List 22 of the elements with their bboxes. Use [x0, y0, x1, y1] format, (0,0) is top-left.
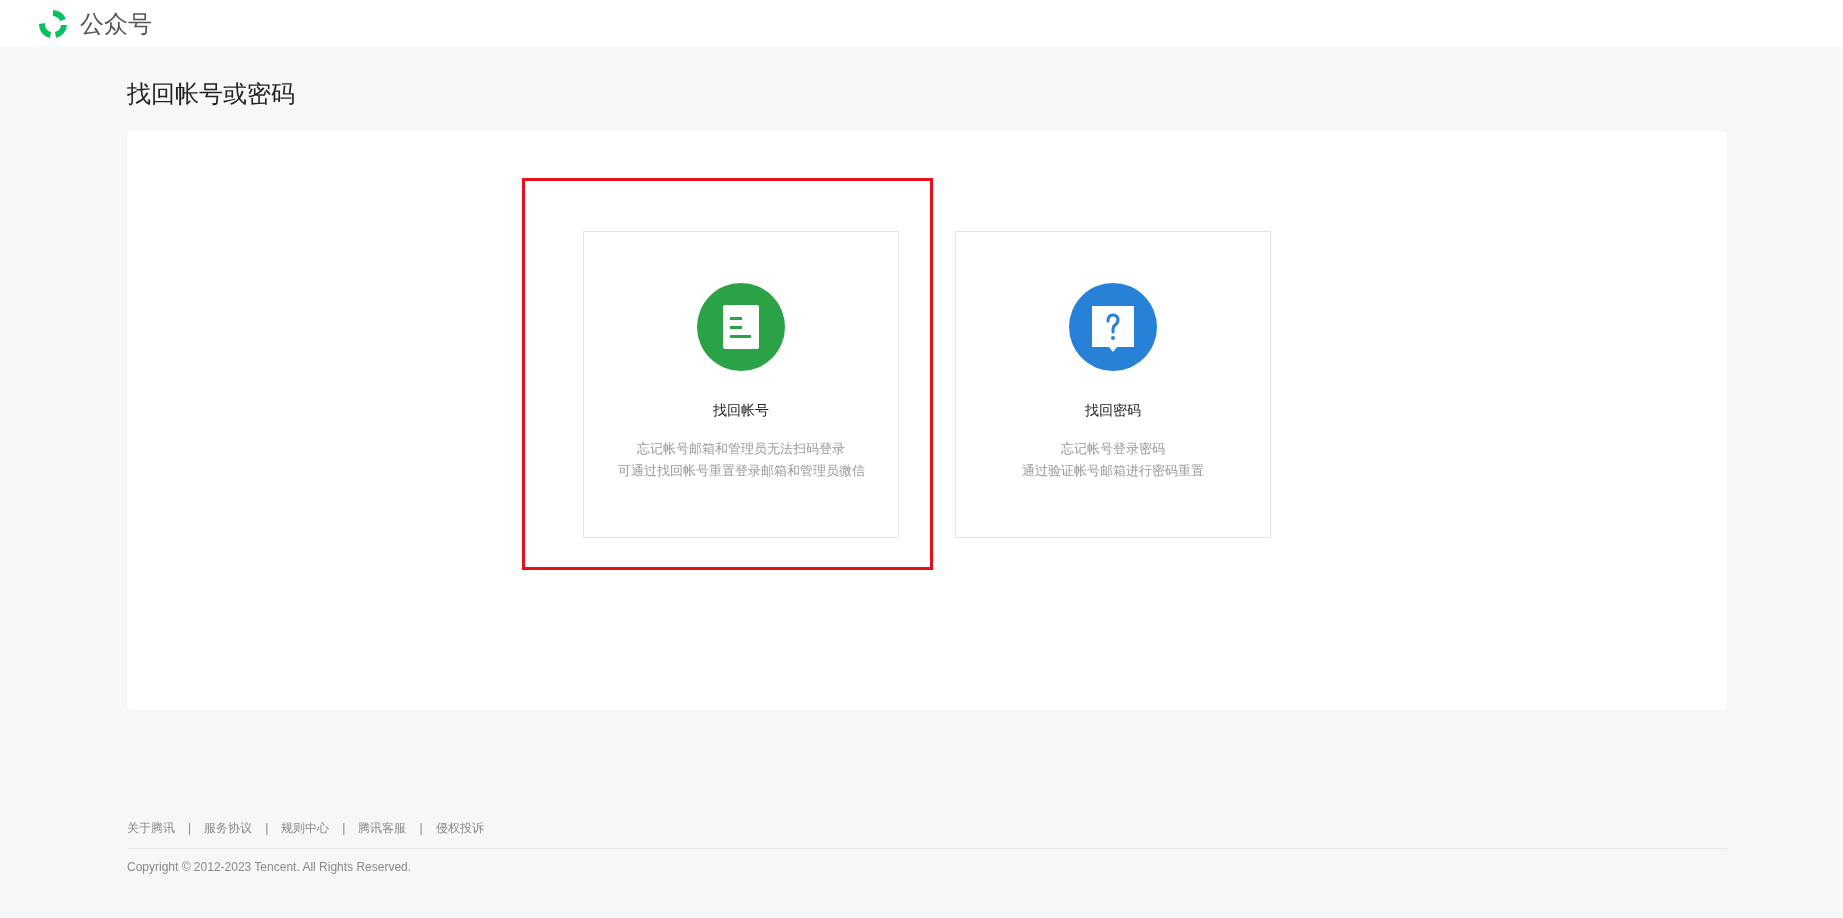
- option-description: 可通过找回帐号重置登录邮箱和管理员微信: [617, 462, 865, 480]
- option-card[interactable]: 找回密码 忘记帐号登录密码 通过验证帐号邮箱进行密码重置: [955, 231, 1271, 538]
- footer-separator: |: [265, 820, 269, 837]
- footer-link[interactable]: 腾讯客服: [358, 818, 407, 838]
- footer-link[interactable]: 服务协议: [204, 818, 253, 838]
- brand-name: 公众号: [80, 8, 152, 39]
- option-description: 忘记帐号邮箱和管理员无法扫码登录: [637, 440, 845, 458]
- footer-separator: |: [419, 820, 423, 837]
- document-icon: [697, 283, 785, 371]
- copyright-text: Copyright © 2012-2023 Tencent. All Rights Reserved.: [127, 859, 413, 876]
- footer-link[interactable]: 规则中心: [281, 818, 330, 838]
- footer-link[interactable]: 关于腾讯: [127, 818, 175, 838]
- question-icon: [1069, 283, 1157, 371]
- option-description: 忘记帐号登录密码: [1061, 440, 1165, 458]
- option-title: 找回帐号: [713, 401, 769, 420]
- footer-separator: |: [188, 820, 192, 837]
- footer-link[interactable]: 侵权投诉: [435, 818, 484, 838]
- option-description: 通过验证帐号邮箱进行密码重置: [1022, 462, 1204, 480]
- option-card[interactable]: 找回帐号 忘记帐号邮箱和管理员无法扫码登录 可通过找回帐号重置登录邮箱和管理员微信: [583, 231, 899, 538]
- page-title: 找回帐号或密码: [127, 79, 296, 109]
- option-title: 找回密码: [1085, 401, 1141, 420]
- footer-separator: |: [342, 820, 346, 837]
